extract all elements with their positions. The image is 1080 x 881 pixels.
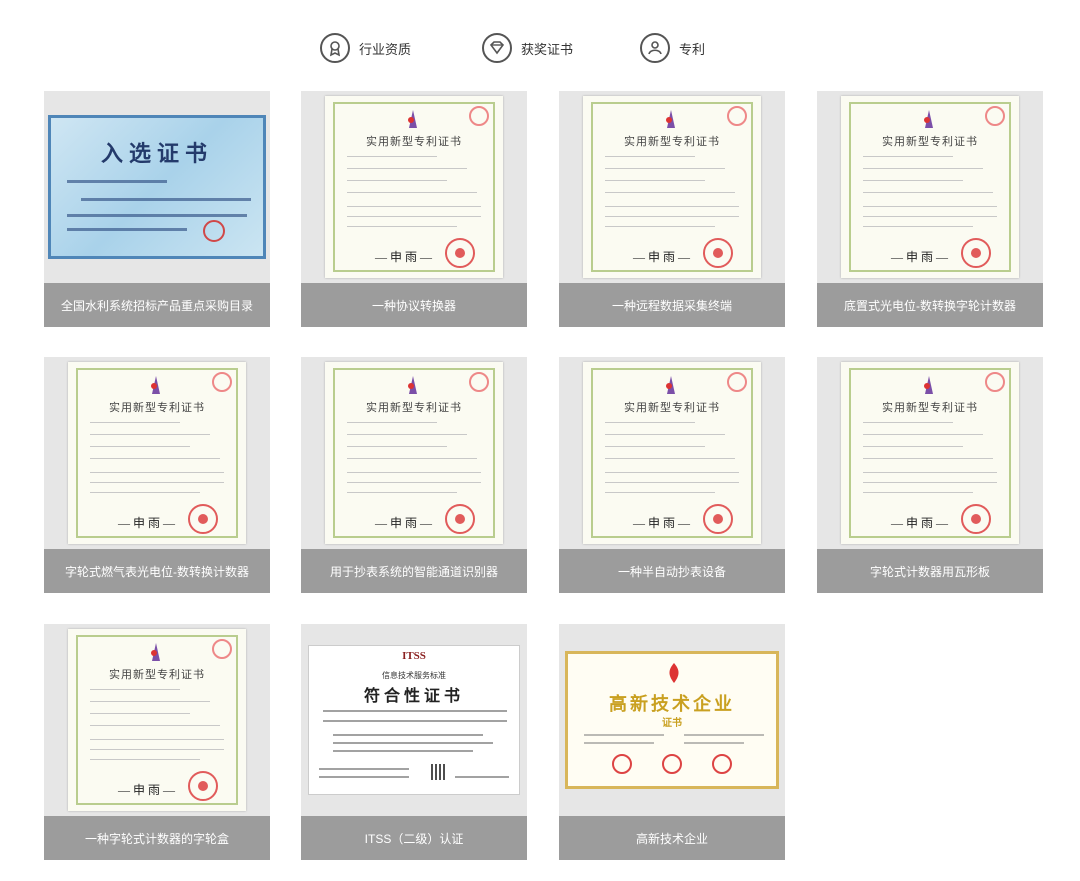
itss-brand-text: ITSS	[402, 650, 426, 662]
patent-certificate-image: 实用新型专利证书 — 申 雨 —	[841, 362, 1019, 544]
certificate-card[interactable]: 实用新型专利证书 — 申 雨 — 用于抄表系统的智能通道识别器	[301, 357, 527, 593]
certificate-caption: 一种远程数据采集终端	[559, 283, 785, 327]
certificate-card[interactable]: 入选证书 全国水利系统招标产品重点采购目录	[44, 91, 270, 327]
certificate-image: 实用新型专利证书 — 申 雨 —	[44, 357, 270, 549]
patent-logo-icon	[666, 376, 675, 394]
certificate-image: 实用新型专利证书 — 申 雨 —	[559, 357, 785, 549]
certificate-card[interactable]: ITSS 信息技术服务标准 符合性证书 ITSS（二级）认证	[301, 624, 527, 860]
selection-certificate-image: 入选证书	[48, 115, 266, 259]
certificate-image: 实用新型专利证书 — 申 雨 —	[559, 91, 785, 283]
high-tech-certificate-image: 高新技术企业 证书	[565, 651, 779, 789]
certificate-title-text: 实用新型专利证书	[109, 669, 205, 681]
certificate-caption: 一种半自动抄表设备	[559, 549, 785, 593]
red-seal-icon	[188, 504, 218, 534]
certificate-image: 实用新型专利证书 — 申 雨 —	[44, 624, 270, 816]
patent-certificate-image: 实用新型专利证书 — 申 雨 —	[841, 96, 1019, 278]
red-seal-icon	[961, 504, 991, 534]
flame-emblem-icon	[669, 663, 679, 683]
patent-logo-icon	[924, 110, 933, 128]
certificate-card[interactable]: 实用新型专利证书 — 申 雨 — 一种协议转换器	[301, 91, 527, 327]
qr-code-icon	[431, 764, 447, 780]
patent-certificate-image: 实用新型专利证书 — 申 雨 —	[583, 362, 761, 544]
certificate-caption: 高新技术企业	[559, 816, 785, 860]
certificate-title-text: 符合性证书	[363, 688, 464, 705]
certificate-caption: ITSS（二级）认证	[301, 816, 527, 860]
itss-standard-text: 信息技术服务标准	[382, 671, 446, 680]
patent-logo-icon	[408, 376, 417, 394]
certificate-caption: 用于抄表系统的智能通道识别器	[301, 549, 527, 593]
certificate-image: 实用新型专利证书 — 申 雨 —	[817, 91, 1043, 283]
certificate-title-text: 高新技术企业	[609, 694, 735, 714]
certificate-caption: 一种字轮式计数器的字轮盒	[44, 816, 270, 860]
red-seal-icon	[445, 238, 475, 268]
itss-certificate-image: ITSS 信息技术服务标准 符合性证书	[308, 645, 520, 795]
patent-certificate-image: 实用新型专利证书 — 申 雨 —	[325, 362, 503, 544]
certificate-card[interactable]: 实用新型专利证书 — 申 雨 — 字轮式计数器用瓦形板	[817, 357, 1043, 593]
certificate-title-text: 实用新型专利证书	[109, 402, 205, 414]
red-seal-icon	[203, 220, 225, 242]
certificate-title-text: 入选证书	[100, 141, 213, 166]
red-seal-icon	[188, 771, 218, 801]
certificate-grid: 入选证书 全国水利系统招标产品重点采购目录 实用新型专利证书 — 申 雨 — 一…	[0, 0, 1080, 881]
certificate-title-text: 实用新型专利证书	[366, 136, 462, 148]
patent-logo-icon	[151, 376, 160, 394]
red-seal-icon	[703, 238, 733, 268]
certificate-caption: 字轮式燃气表光电位-数转换计数器	[44, 549, 270, 593]
certificate-image: 实用新型专利证书 — 申 雨 —	[301, 357, 527, 549]
patent-certificate-image: 实用新型专利证书 — 申 雨 —	[68, 629, 246, 811]
red-seal-icon	[703, 504, 733, 534]
red-seal-icon	[445, 504, 475, 534]
patent-logo-icon	[924, 376, 933, 394]
certificate-title-text: 实用新型专利证书	[366, 402, 462, 414]
certificate-caption: 一种协议转换器	[301, 283, 527, 327]
certificate-title-text: 实用新型专利证书	[882, 402, 978, 414]
red-seal-icon	[961, 238, 991, 268]
certificate-card[interactable]: 实用新型专利证书 — 申 雨 — 一种远程数据采集终端	[559, 91, 785, 327]
patent-logo-icon	[666, 110, 675, 128]
patent-logo-icon	[151, 643, 160, 661]
certificate-card[interactable]: 实用新型专利证书 — 申 雨 — 一种字轮式计数器的字轮盒	[44, 624, 270, 860]
certificate-caption: 字轮式计数器用瓦形板	[817, 549, 1043, 593]
certificate-card[interactable]: 高新技术企业 证书 高新技术企业	[559, 624, 785, 860]
patent-certificate-image: 实用新型专利证书 — 申 雨 —	[68, 362, 246, 544]
certificate-card[interactable]: 实用新型专利证书 — 申 雨 — 底置式光电位-数转换字轮计数器	[817, 91, 1043, 327]
patent-certificate-image: 实用新型专利证书 — 申 雨 —	[583, 96, 761, 278]
certificate-image: 入选证书	[44, 91, 270, 283]
red-seal-icon	[712, 754, 732, 774]
certificate-image: 实用新型专利证书 — 申 雨 —	[817, 357, 1043, 549]
red-seal-icon	[612, 754, 632, 774]
certificate-card[interactable]: 实用新型专利证书 — 申 雨 — 字轮式燃气表光电位-数转换计数器	[44, 357, 270, 593]
certificate-image: 实用新型专利证书 — 申 雨 —	[301, 91, 527, 283]
certificate-caption: 底置式光电位-数转换字轮计数器	[817, 283, 1043, 327]
certificate-title-text: 实用新型专利证书	[882, 136, 978, 148]
red-seal-icon	[662, 754, 682, 774]
patent-logo-icon	[408, 110, 417, 128]
certificate-title-text: 实用新型专利证书	[624, 402, 720, 414]
certificate-card[interactable]: 实用新型专利证书 — 申 雨 — 一种半自动抄表设备	[559, 357, 785, 593]
certificate-image: ITSS 信息技术服务标准 符合性证书	[301, 624, 527, 816]
certificate-title-text: 实用新型专利证书	[624, 136, 720, 148]
certificate-image: 高新技术企业 证书	[559, 624, 785, 816]
certificate-subtitle-text: 证书	[662, 718, 682, 729]
patent-certificate-image: 实用新型专利证书 — 申 雨 —	[325, 96, 503, 278]
certificate-caption: 全国水利系统招标产品重点采购目录	[44, 283, 270, 327]
